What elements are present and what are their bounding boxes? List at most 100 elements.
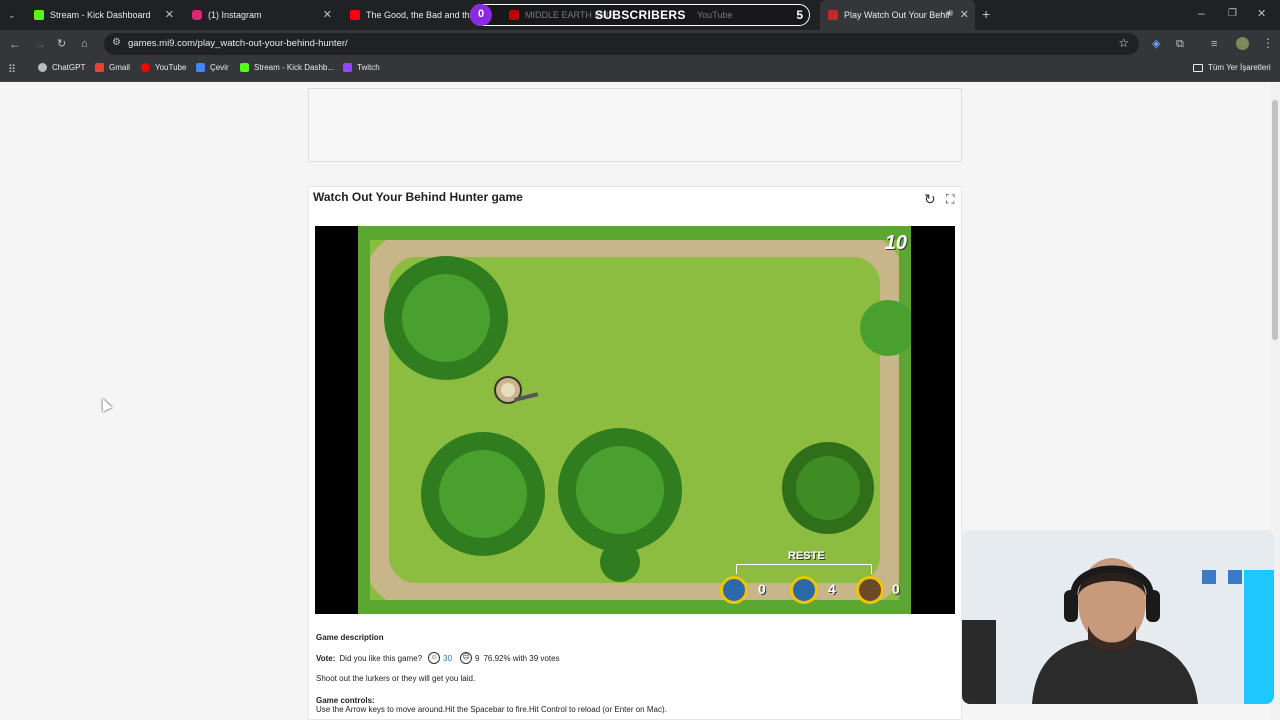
kick-icon xyxy=(240,63,249,72)
ad-banner xyxy=(308,88,962,162)
close-icon[interactable]: ✕ xyxy=(165,8,174,21)
close-icon[interactable]: ✕ xyxy=(960,8,969,21)
new-tab-icon[interactable]: + xyxy=(982,7,990,21)
controls-heading: Game controls: xyxy=(316,696,375,705)
hud-count-1: 0 xyxy=(758,581,766,597)
profile-avatar[interactable] xyxy=(1236,37,1249,50)
bookmark-twitch[interactable]: Twitch xyxy=(343,63,380,72)
gmail-icon xyxy=(95,63,104,72)
controls-text: Use the Arrow keys to move around.Hit th… xyxy=(316,705,667,714)
bookmark-star-icon[interactable]: ☆ xyxy=(1118,36,1129,50)
site-info-icon[interactable]: ⚙ xyxy=(112,37,121,48)
game-canvas[interactable]: 10 RESTE 0 4 0 xyxy=(358,226,911,614)
hud-count-3: 0 xyxy=(892,581,900,597)
bookmark-label: Gmail xyxy=(109,63,130,72)
bookmark-chatgpt[interactable]: ChatGPT xyxy=(38,63,85,72)
folder-icon xyxy=(1193,63,1203,72)
speaker-icon[interactable]: 🔊︎ xyxy=(947,8,953,19)
game-title: Watch Out Your Behind Hunter game xyxy=(313,190,523,204)
bookmark-label: ChatGPT xyxy=(52,63,86,72)
fullscreen-icon[interactable]: ⛶ xyxy=(946,192,954,207)
scrollbar-thumb[interactable] xyxy=(1272,100,1278,340)
all-bookmarks-folder[interactable]: Tüm Yer İşaretleri xyxy=(1193,63,1271,72)
window-close-icon[interactable]: ✕ xyxy=(1257,7,1266,21)
hud-bracket xyxy=(736,564,872,574)
bookmark-label: Çevir xyxy=(210,63,229,72)
subscriber-goal: 5 xyxy=(796,8,803,22)
vote-row: Vote: Did you like this game? ☺ 30 ☹ 9 7… xyxy=(316,652,560,664)
tab-title: Stream - Kick Dashboard xyxy=(50,10,151,20)
tab-game[interactable]: Play Watch Out Your Behind 🔊︎ ✕ xyxy=(820,0,975,30)
bookmark-kick[interactable]: Stream - Kick Dashb... xyxy=(240,63,334,72)
border-bushes-bottom xyxy=(358,600,911,614)
youtube-icon xyxy=(141,63,150,72)
tab-title: Play Watch Out Your Behind xyxy=(844,10,949,20)
border-bushes-right xyxy=(899,226,911,614)
webcam-overlay xyxy=(962,530,1274,704)
hud-count-2: 4 xyxy=(828,581,836,597)
kick-favicon-icon xyxy=(34,10,44,20)
hud-slot-3 xyxy=(856,576,884,604)
bookmarks-bar xyxy=(0,58,1280,82)
tab-kick[interactable]: Stream - Kick Dashboard ✕ xyxy=(30,0,180,30)
rating-text: 76.92% with 39 votes xyxy=(483,653,560,663)
webcam-feed xyxy=(962,530,1274,704)
home-icon[interactable]: ⌂ xyxy=(81,37,88,51)
description-heading: Game description xyxy=(316,633,384,642)
apps-grid-icon[interactable]: ⠿ xyxy=(8,63,16,77)
bush-middle-left xyxy=(421,432,545,556)
subscriber-count-badge: 0 xyxy=(470,4,492,26)
reload-icon[interactable]: ↻ xyxy=(57,37,66,51)
address-field[interactable]: ⚙ games.mi9.com/play_watch-out-your-behi… xyxy=(104,33,1139,55)
forward-icon[interactable]: → xyxy=(34,37,46,51)
bookmark-label: YouTube xyxy=(155,63,187,72)
url-text: games.mi9.com/play_watch-out-your-behind… xyxy=(128,38,348,49)
bookmark-youtube[interactable]: YouTube xyxy=(141,63,186,72)
bush-top-left xyxy=(384,256,508,380)
puzzle-icon[interactable]: ⧉ xyxy=(1176,37,1184,51)
toolbar: ← → ↻ ⌂ ⚙ games.mi9.com/play_watch-out-y… xyxy=(0,30,1280,58)
translate-icon xyxy=(196,63,205,72)
game-summary: Shoot out the lurkers or they will get y… xyxy=(316,674,476,683)
tab-search-icon[interactable]: ⌄ xyxy=(8,8,16,22)
hud-label: RESTE xyxy=(788,550,825,562)
bookmark-label: Tüm Yer İşaretleri xyxy=(1208,63,1271,72)
bush-small-bottom xyxy=(600,542,640,582)
tab-title: (1) Instagram xyxy=(208,10,262,20)
mi9-favicon-icon xyxy=(828,10,838,20)
subscriber-count: 0 xyxy=(477,8,485,20)
subscriber-goal-overlay: 0 SUBSCRIBERS 5 xyxy=(470,4,810,26)
tab-bar: ⌄ Stream - Kick Dashboard ✕ (1) Instagra… xyxy=(0,0,1280,30)
hud-slot-2 xyxy=(790,576,818,604)
restart-icon[interactable]: ↻ xyxy=(924,191,936,208)
bookmark-gmail[interactable]: Gmail xyxy=(95,63,130,72)
dislike-icon[interactable]: ☹ xyxy=(460,652,473,664)
instagram-favicon-icon xyxy=(192,10,202,20)
close-icon[interactable]: ✕ xyxy=(323,8,332,21)
bush-round-right xyxy=(782,442,874,534)
like-icon[interactable]: ☺ xyxy=(428,652,441,664)
restore-icon[interactable]: ❐ xyxy=(1228,7,1237,21)
score-counter: 10 xyxy=(884,232,907,254)
tab-title: The Good, the Bad and the U xyxy=(366,10,476,20)
game-scene xyxy=(358,226,911,614)
extension-icon[interactable]: ◈ xyxy=(1152,37,1160,51)
dislike-count: 9 xyxy=(475,653,480,663)
hunter-player xyxy=(494,376,539,404)
menu-icon[interactable]: ⋮ xyxy=(1262,36,1274,50)
tab-youtube-good-bad[interactable]: The Good, the Bad and the U xyxy=(346,0,476,30)
bookmark-cevir[interactable]: Çevir xyxy=(196,63,229,72)
tab-instagram[interactable]: (1) Instagram ✕ xyxy=(188,0,338,30)
media-icon[interactable]: ≡ xyxy=(1211,37,1217,51)
youtube-favicon-icon xyxy=(350,10,360,20)
border-bushes-top xyxy=(358,226,911,240)
back-icon[interactable]: ← xyxy=(9,37,21,51)
vote-label: Vote: xyxy=(316,653,336,663)
twitch-icon xyxy=(343,63,352,72)
minimize-icon[interactable]: – xyxy=(1198,6,1205,20)
border-bushes-left xyxy=(358,226,370,614)
chatgpt-icon xyxy=(38,63,47,72)
like-count: 30 xyxy=(443,653,453,663)
bookmark-label: Twitch xyxy=(357,63,380,72)
bush-right-edge xyxy=(860,300,911,356)
